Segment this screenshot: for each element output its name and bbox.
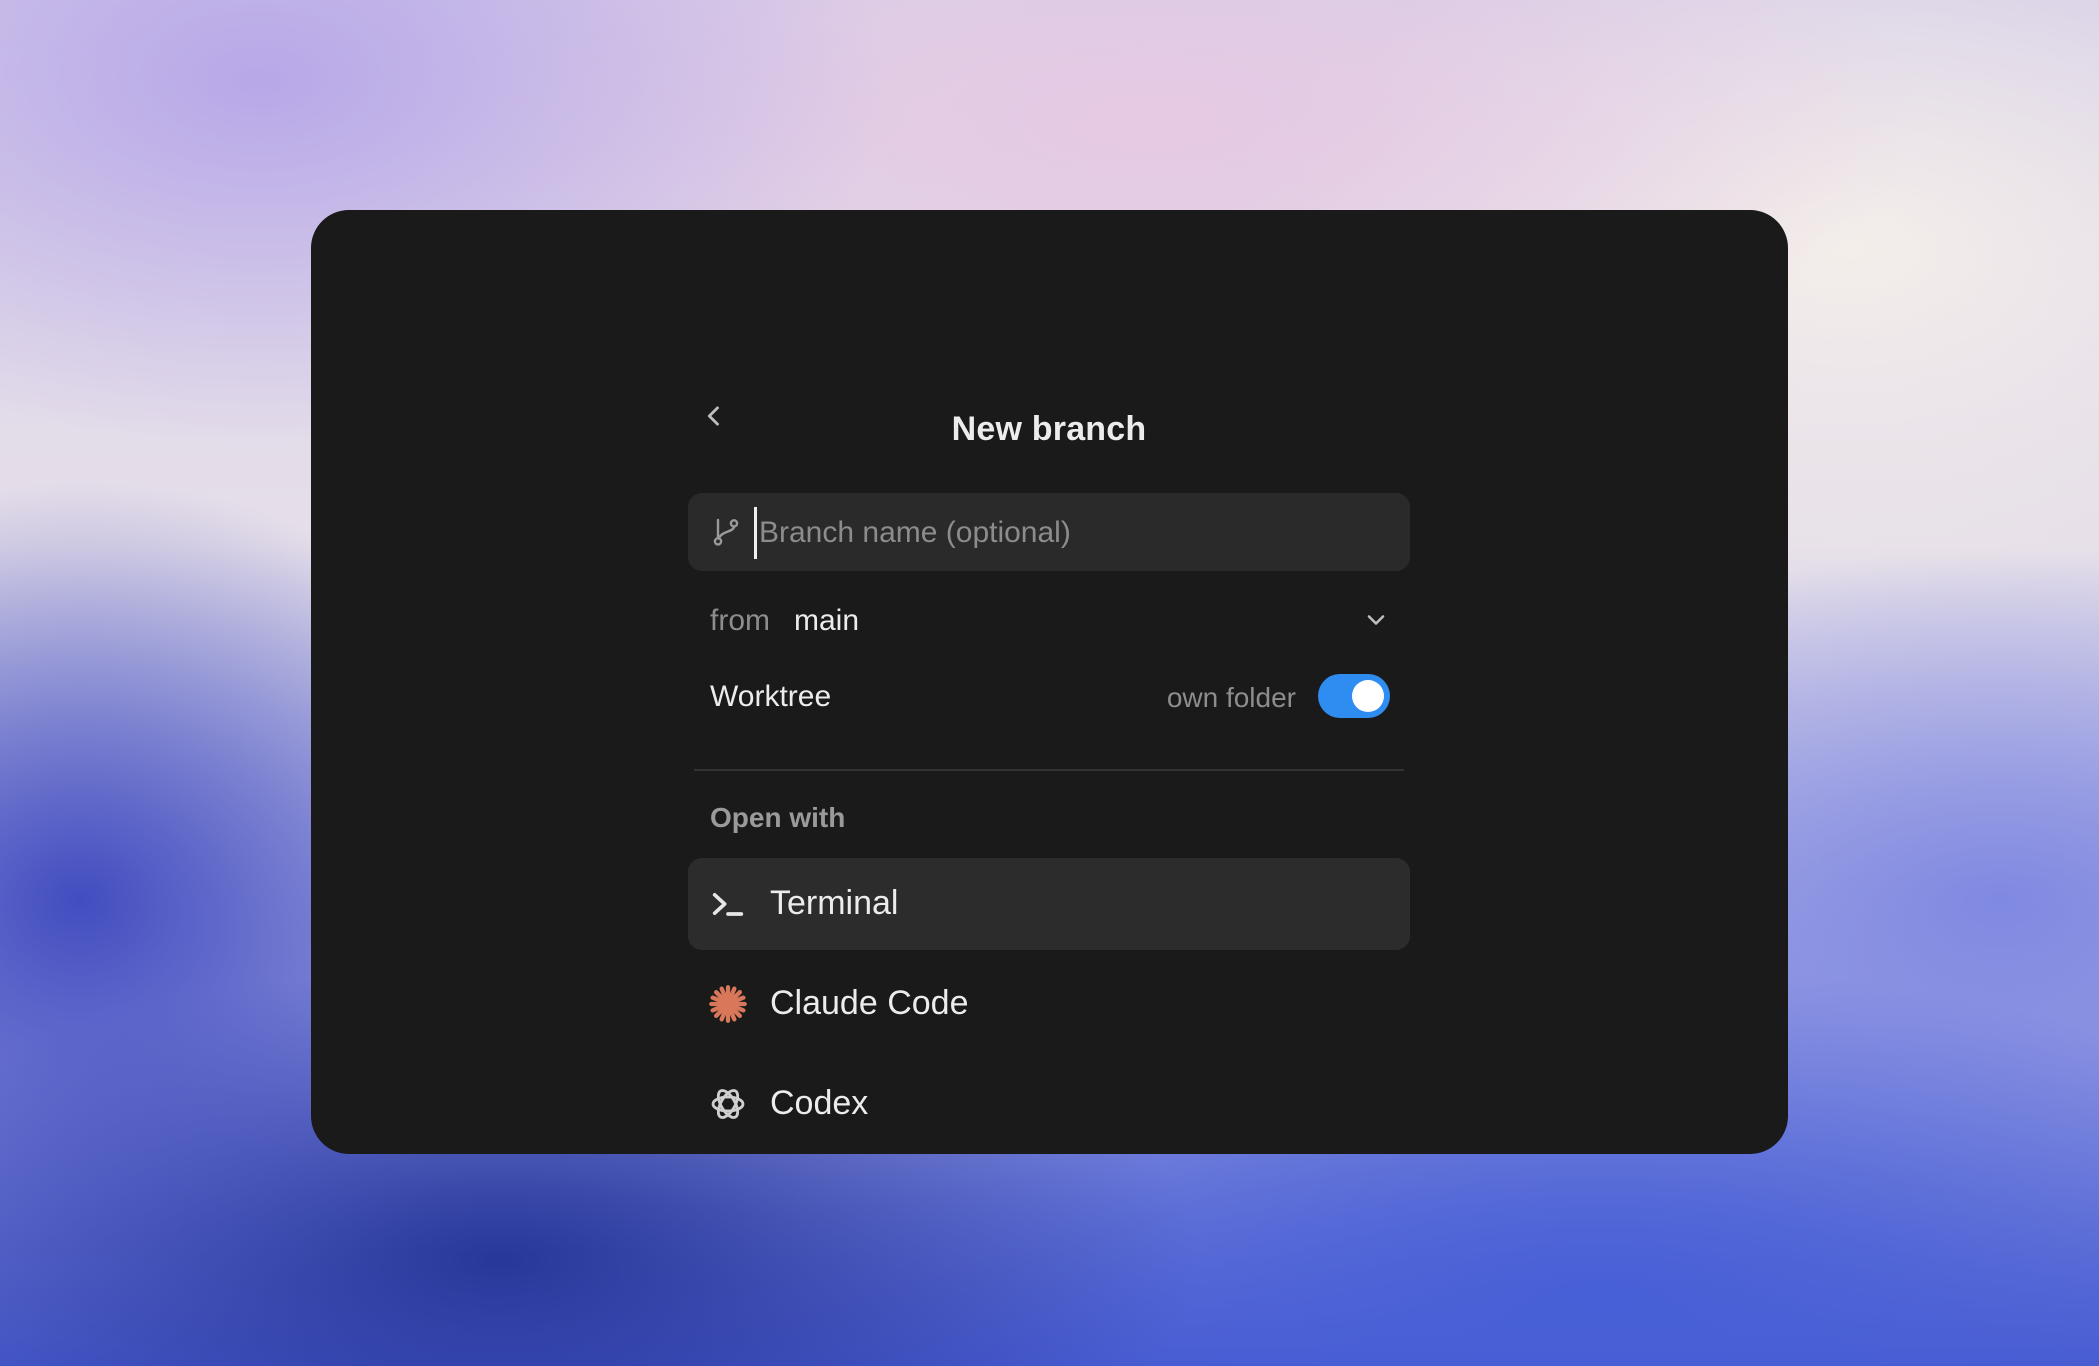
worktree-label: Worktree	[710, 680, 832, 713]
git-branch-icon	[713, 518, 739, 546]
toggle-knob	[1352, 680, 1384, 712]
chevron-down-icon	[1367, 615, 1385, 625]
own-folder-label: own folder	[1166, 682, 1296, 713]
branch-name-field[interactable]	[688, 493, 1410, 571]
codex-label: Codex	[770, 1084, 869, 1122]
claude-code-label: Claude Code	[770, 984, 969, 1022]
open-with-codex[interactable]: Codex	[688, 1058, 1410, 1150]
from-label: from	[710, 604, 770, 637]
open-with-label: Open with	[710, 802, 846, 833]
dialog-title: New branch	[951, 410, 1147, 448]
open-with-terminal[interactable]: Terminal	[688, 858, 1410, 950]
terminal-icon	[712, 893, 744, 916]
new-branch-window: New branch from main Worktree own folder	[311, 210, 1788, 1154]
openai-icon	[711, 1089, 745, 1119]
base-branch-select[interactable]: from main	[688, 584, 1410, 654]
terminal-label: Terminal	[770, 884, 899, 922]
divider	[694, 769, 1404, 771]
worktree-row: Worktree own folder	[688, 664, 1410, 730]
own-folder-toggle[interactable]	[1318, 674, 1390, 718]
base-branch-value: main	[794, 604, 860, 637]
open-with-claude-code[interactable]: Claude Code	[688, 958, 1410, 1050]
branch-name-input[interactable]	[754, 507, 1391, 559]
new-branch-dialog: New branch from main Worktree own folder	[688, 380, 1410, 1154]
claude-icon	[709, 985, 747, 1023]
